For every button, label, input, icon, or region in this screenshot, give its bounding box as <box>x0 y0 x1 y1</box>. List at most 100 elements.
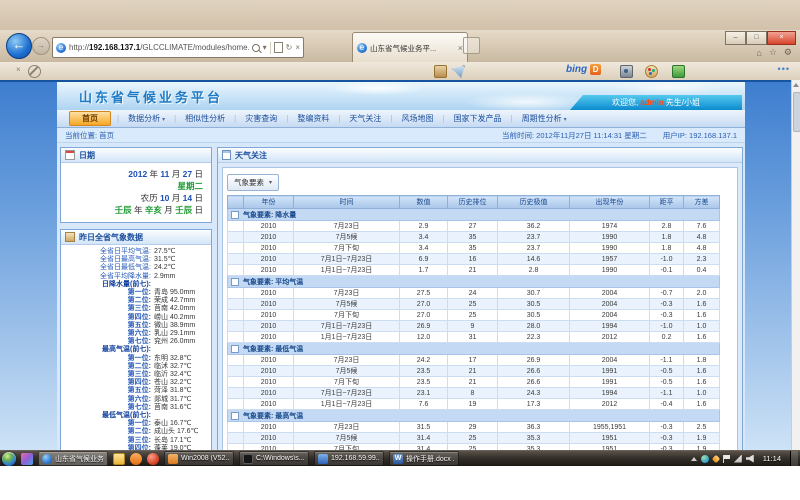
nav-item-8[interactable]: 国家下发产品 <box>445 113 511 124</box>
folder-icon[interactable] <box>113 453 125 465</box>
table-row[interactable]: 20101月1日~7月23日7.61917.32012-0.41.6 <box>228 399 720 410</box>
send-icon[interactable] <box>452 65 465 78</box>
table-row[interactable]: 20107月23日31.52936.31955,1951-0.32.5 <box>228 422 720 433</box>
weather-label[interactable]: 全省平均降水量: <box>61 273 151 281</box>
close-button[interactable] <box>767 31 796 45</box>
weather-label[interactable]: 第五位: <box>61 322 151 330</box>
table-row[interactable]: 20107月5候23.52126.61991-0.51.6 <box>228 366 720 377</box>
table-row[interactable]: 20107月下旬3.43523.719901.84.8 <box>228 243 720 254</box>
palette-icon[interactable] <box>645 65 658 78</box>
element-group-row[interactable]: 气象要素: 最低气温 <box>228 343 720 355</box>
element-group-row[interactable]: 气象要素: 平均气温 <box>228 276 720 288</box>
nav-item-6[interactable]: 天气关注 <box>340 113 390 124</box>
media-center-icon[interactable] <box>21 453 33 465</box>
nav-item-3[interactable]: 相似性分析 <box>176 113 234 124</box>
minimize-button[interactable] <box>725 31 746 45</box>
search-icon[interactable] <box>252 44 260 52</box>
table-row[interactable]: 20107月23日2.92736.219742.87.6 <box>228 221 720 232</box>
camera-icon[interactable] <box>620 65 633 78</box>
wallet-icon[interactable] <box>434 65 447 78</box>
compatibility-view-icon[interactable] <box>274 42 283 53</box>
back-button[interactable] <box>6 33 32 59</box>
net-tray-icon[interactable] <box>734 455 742 463</box>
table-row[interactable]: 20107月5候3.43523.719901.84.8 <box>228 232 720 243</box>
start-button[interactable] <box>2 452 16 466</box>
nav-item-4[interactable]: 灾害查询 <box>236 113 286 124</box>
weather-label[interactable]: 第三位: <box>61 305 151 313</box>
url-text[interactable]: http://192.168.137.1/GLCCLIMATE/modules/… <box>69 43 249 52</box>
table-row[interactable]: 20107月1日~7月23日23.1824.31994-1.11.0 <box>228 388 720 399</box>
table-row[interactable]: 20107月23日24.21726.92004-1.11.8 <box>228 355 720 366</box>
checkbox[interactable] <box>231 412 239 420</box>
weather-label[interactable]: 第三位: <box>61 437 151 445</box>
up-tray-icon[interactable] <box>691 457 697 461</box>
shield-icon[interactable] <box>130 453 142 465</box>
new-tab-button[interactable] <box>463 37 480 54</box>
table-row[interactable]: 20107月下旬23.52126.61991-0.51.6 <box>228 377 720 388</box>
weather-label[interactable]: 第二位: <box>61 428 151 436</box>
table-row[interactable]: 20107月下旬27.02530.52004-0.31.6 <box>228 310 720 321</box>
settings-gear-icon[interactable] <box>784 47 792 58</box>
taskbar-window-word[interactable]: 操作手册.docx ... <box>389 451 459 466</box>
msn-tray-icon[interactable] <box>701 455 709 463</box>
checkbox[interactable] <box>231 345 239 353</box>
checkbox[interactable] <box>231 211 239 219</box>
weather-label[interactable]: 第一位: <box>61 355 151 363</box>
weather-label[interactable]: 第四位: <box>61 314 151 322</box>
table-row[interactable]: 20107月1日~7月23日6.91614.61957-1.02.3 <box>228 254 720 265</box>
weather-label[interactable]: 第一位: <box>61 289 151 297</box>
blocked-content-icon[interactable] <box>28 65 41 78</box>
element-filter-button[interactable]: 气象要素 ▾ <box>227 174 279 191</box>
table-row[interactable]: 20101月1日~7月23日12.03122.320120.21.6 <box>228 332 720 343</box>
taskbar-window-ie[interactable]: 山东省气候业务... <box>38 451 108 466</box>
weather-label[interactable]: 第六位: <box>61 330 151 338</box>
cell: 3.4 <box>400 232 448 243</box>
table-row[interactable]: 20107月1日~7月23日26.9928.01994-1.01.0 <box>228 321 720 332</box>
vertical-scrollbar[interactable] <box>791 80 800 450</box>
taskbar-window-cmd[interactable]: C:\Windows\s... <box>239 451 309 466</box>
home-icon[interactable] <box>756 48 761 58</box>
table-row[interactable]: 20107月5候31.42535.31951-0.31.9 <box>228 433 720 444</box>
nav-item-2[interactable]: 数据分析▾ <box>119 113 174 124</box>
taskbar-clock[interactable]: 11:14 <box>763 454 781 463</box>
table-row[interactable]: 20107月5候27.02530.52004-0.31.6 <box>228 299 720 310</box>
taskbar-window-vm[interactable]: Win2008 (V52... <box>164 451 234 466</box>
element-group-row[interactable]: 气象要素: 降水量 <box>228 209 720 221</box>
close-icon[interactable] <box>16 65 21 74</box>
cell: 1.6 <box>684 332 720 343</box>
upd-tray-icon[interactable] <box>712 454 720 462</box>
nav-item-7[interactable]: 风场地图 <box>392 113 442 124</box>
element-group-row[interactable]: 气象要素: 最高气温 <box>228 410 720 422</box>
nav-item-9[interactable]: 周期性分析▾ <box>513 113 576 124</box>
cell: 7月5候 <box>294 366 400 377</box>
address-bar[interactable]: http://192.168.137.1/GLCCLIMATE/modules/… <box>52 37 304 58</box>
chevron-down-icon[interactable]: ▾ <box>263 43 267 52</box>
more-options-icon[interactable] <box>778 64 790 74</box>
refresh-icon[interactable]: ↻ <box>286 43 293 52</box>
weather-label[interactable]: 全省日最低气温: <box>61 264 151 272</box>
nav-item-5[interactable]: 整编资料 <box>288 113 338 124</box>
browser-tab[interactable]: 山东省气候业务平... <box>352 32 468 63</box>
taskbar-window-rdp[interactable]: 192.168.59.99... <box>314 451 384 466</box>
scroll-up-icon[interactable] <box>793 83 799 87</box>
weather-label[interactable]: 第二位: <box>61 363 151 371</box>
weather-label[interactable]: 全省日平均气温: <box>61 248 151 256</box>
show-desktop-button[interactable] <box>790 451 798 467</box>
scrollbar-thumb[interactable] <box>793 92 800 132</box>
nav-item-1[interactable]: 首页 <box>69 111 111 126</box>
maximize-button[interactable] <box>746 31 767 45</box>
table-row[interactable]: 20101月1日~7月23日1.7212.81990-0.10.4 <box>228 265 720 276</box>
stop-icon[interactable]: × <box>295 43 300 52</box>
table-row[interactable]: 20107月23日27.52430.72004-0.72.0 <box>228 288 720 299</box>
weather-label[interactable]: 第七位: <box>61 404 151 412</box>
forward-button[interactable] <box>32 37 50 55</box>
flag-tray-icon[interactable] <box>723 455 730 463</box>
weather-label[interactable]: 第六位: <box>61 396 151 404</box>
favorites-star-icon[interactable] <box>769 47 777 58</box>
player-icon[interactable] <box>147 453 159 465</box>
checkbox[interactable] <box>231 278 239 286</box>
vol-tray-icon[interactable] <box>746 455 754 463</box>
bing-logo[interactable]: bing <box>566 64 601 75</box>
weather-label[interactable]: 第五位: <box>61 387 151 395</box>
puzzle-addon-icon[interactable] <box>672 65 685 78</box>
